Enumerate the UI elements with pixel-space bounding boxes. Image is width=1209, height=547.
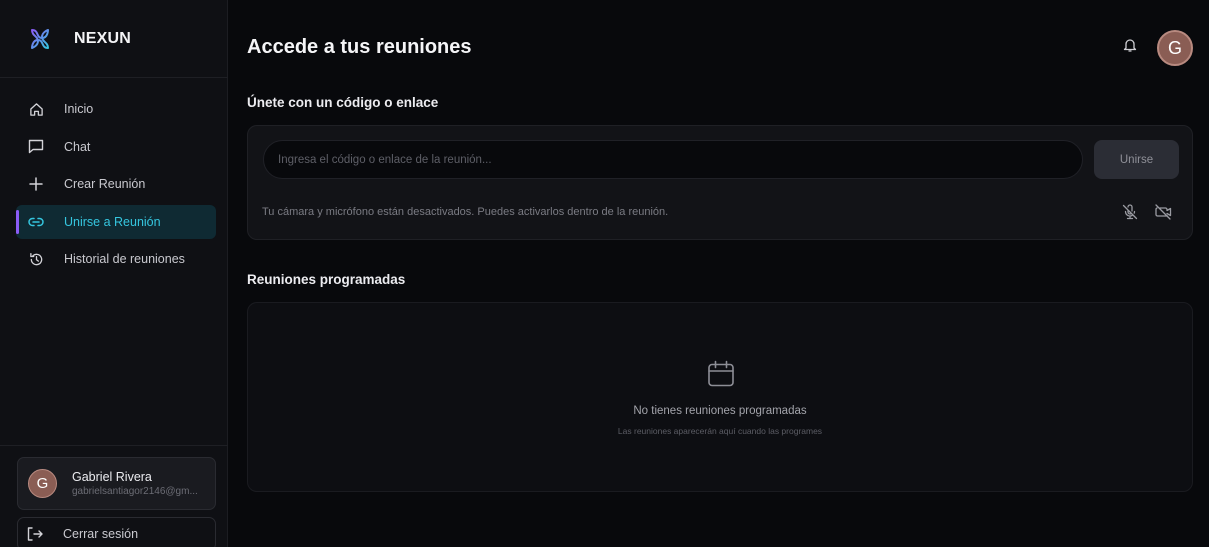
join-button[interactable]: Unirse	[1094, 140, 1179, 179]
sidebar-item-inicio[interactable]: Inicio	[16, 92, 216, 126]
sidebar-item-label: Chat	[64, 139, 91, 154]
sidebar-item-label: Crear Reunión	[64, 177, 146, 191]
join-section-title: Únete con un código o enlace	[247, 95, 439, 110]
user-card[interactable]: G Gabriel Rivera gabrielsantiagor2146@gm…	[17, 457, 216, 510]
chat-icon	[28, 139, 44, 155]
logout-button[interactable]: Cerrar sesión	[17, 517, 216, 547]
user-email: gabrielsantiagor2146@gm...	[72, 486, 198, 497]
brand-name: NEXUN	[74, 29, 132, 47]
user-name: Gabriel Rivera	[72, 470, 152, 484]
media-status-note: Tu cámara y micrófono están desactivados…	[262, 206, 669, 218]
scheduled-meetings-panel: No tienes reuniones programadas Las reun…	[247, 302, 1193, 492]
page-title: Accede a tus reuniones	[247, 36, 472, 58]
sidebar-item-unirse-reunion[interactable]: Unirse a Reunión	[16, 204, 216, 239]
brand[interactable]: NEXUN	[0, 0, 228, 78]
sidebar-item-historial[interactable]: Historial de reuniones	[16, 242, 216, 276]
sidebar: NEXUN Inicio Chat Crear Reunión Unirse a…	[0, 0, 228, 547]
empty-state-title: No tienes reuniones programadas	[633, 405, 807, 417]
logout-label: Cerrar sesión	[63, 527, 139, 541]
sidebar-item-label: Inicio	[64, 102, 94, 116]
sidebar-item-chat[interactable]: Chat	[16, 130, 216, 164]
calendar-icon	[705, 358, 737, 390]
logout-icon	[27, 527, 43, 541]
history-icon	[28, 251, 44, 267]
header-avatar[interactable]: G	[1157, 30, 1193, 66]
avatar: G	[28, 469, 57, 498]
nexun-logo-icon	[31, 28, 49, 49]
sidebar-item-crear-reunion[interactable]: Crear Reunión	[16, 167, 216, 201]
scheduled-section-title: Reuniones programadas	[247, 272, 406, 287]
home-icon	[28, 101, 44, 117]
empty-state-subtitle: Las reuniones aparecerán aquí cuando las…	[617, 426, 823, 436]
user-info: Gabriel Rivera gabrielsantiagor2146@gm..…	[72, 470, 198, 497]
main-content: Accede a tus reuniones G Únete con un có…	[229, 0, 1209, 547]
sidebar-item-label: Historial de reuniones	[64, 252, 185, 266]
sidebar-footer: G Gabriel Rivera gabrielsantiagor2146@gm…	[0, 445, 228, 547]
mic-off-icon[interactable]	[1121, 203, 1139, 221]
bell-icon[interactable]	[1122, 37, 1138, 53]
camera-off-icon[interactable]	[1154, 203, 1172, 221]
plus-icon	[28, 176, 44, 192]
sidebar-item-label: Unirse a Reunión	[64, 214, 161, 229]
sidebar-nav: Inicio Chat Crear Reunión Unirse a Reuni…	[16, 92, 216, 280]
join-card: Unirse Tu cámara y micrófono están desac…	[247, 125, 1193, 240]
meeting-code-input[interactable]	[263, 140, 1083, 179]
link-icon	[28, 214, 44, 230]
